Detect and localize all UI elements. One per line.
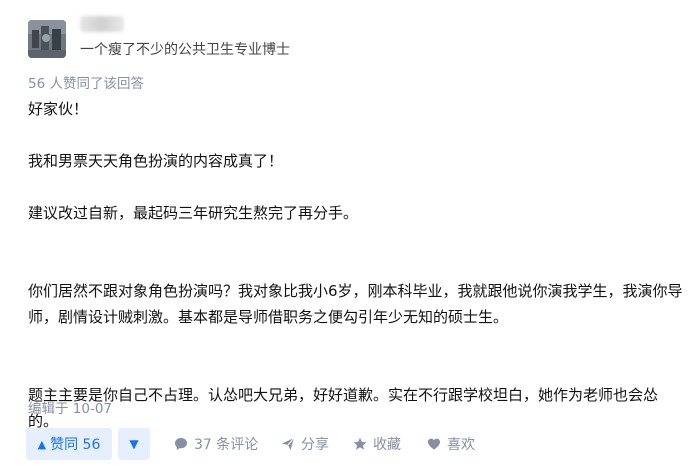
edited-time: 编辑于 10-07 bbox=[28, 401, 113, 417]
star-icon bbox=[353, 437, 367, 450]
paragraph-spacer bbox=[28, 330, 688, 356]
triangle-down-icon: ▼ bbox=[129, 437, 139, 451]
answer-paragraph: 我和男票天天角色扮演的内容成真了！ bbox=[28, 152, 284, 170]
comments-button[interactable]: 37 条评论 bbox=[174, 428, 258, 460]
like-button[interactable]: 喜欢 bbox=[427, 428, 475, 460]
vote-up-button[interactable]: ▲ 赞同 56 bbox=[26, 428, 112, 460]
comment-bubble-icon bbox=[175, 438, 187, 450]
answer-paragraph: 建议改过自新，最起码三年研究生熬完了再分手。 bbox=[28, 204, 359, 222]
share-button[interactable]: 分享 bbox=[281, 428, 329, 460]
upvote-summary: 56 人赞同了该回答 bbox=[28, 76, 144, 92]
answer-paragraph-line: 题主主要是你自己不占理。认怂吧大兄弟，好好道歉。实在不行跟学校坦白，她作为老师也… bbox=[28, 386, 659, 404]
answer-actions: ▲ 赞同 56 ▼ 37 条评论 分享 收藏 喜欢 bbox=[26, 428, 686, 462]
author-headline: 一个瘦了不少的公共卫生专业博士 bbox=[80, 42, 290, 58]
share-label: 分享 bbox=[301, 437, 329, 453]
heart-icon bbox=[428, 438, 440, 450]
paper-plane-icon bbox=[282, 437, 295, 450]
answer-content: 好家伙！ 我和男票天天角色扮演的内容成真了！ 建议改过自新，最起码三年研究生熬完… bbox=[28, 96, 688, 434]
avatar-image bbox=[28, 20, 66, 58]
collect-button[interactable]: 收藏 bbox=[353, 428, 401, 460]
like-label: 喜欢 bbox=[447, 437, 475, 453]
collect-label: 收藏 bbox=[373, 437, 401, 453]
comments-label: 37 条评论 bbox=[194, 437, 259, 453]
paragraph-spacer bbox=[28, 226, 688, 252]
paragraph-spacer bbox=[28, 356, 688, 382]
answer-paragraph: 好家伙！ bbox=[28, 100, 89, 118]
paragraph-spacer bbox=[28, 252, 688, 278]
paragraph-spacer bbox=[28, 174, 688, 200]
vote-down-button[interactable]: ▼ bbox=[118, 428, 150, 460]
answer-paragraph-line: 师，剧情设计贼刺激。基本都是导师借职务之便勾引年少无知的硕士生。 bbox=[28, 308, 509, 326]
triangle-up-icon: ▲ bbox=[37, 437, 47, 451]
paragraph-spacer bbox=[28, 122, 688, 148]
answer-paragraph-line: 你们居然不跟对象角色扮演吗？我对象比我小6岁，刚本科毕业，我就跟他说你演我学生，… bbox=[28, 282, 683, 300]
avatar[interactable] bbox=[28, 20, 66, 58]
author-name-blurred[interactable] bbox=[80, 16, 124, 32]
vote-up-label: 赞同 56 bbox=[50, 437, 101, 453]
